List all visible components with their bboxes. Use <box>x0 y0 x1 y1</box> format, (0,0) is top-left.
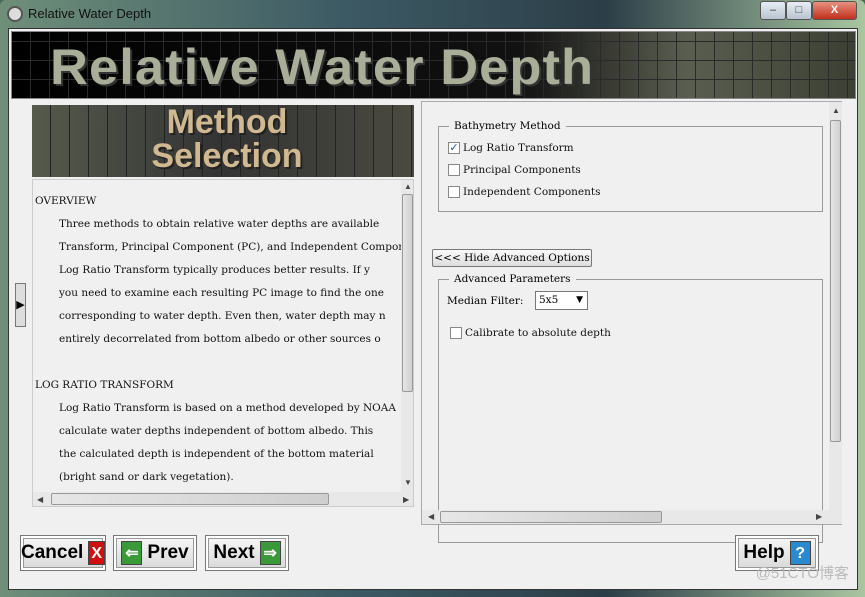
vertical-scrollbar[interactable]: ▲ <box>829 102 842 524</box>
close-icon: X <box>88 541 105 565</box>
maximize-button[interactable]: □ <box>786 1 812 20</box>
client-area: Relative Water Depth Method Selection OVE… <box>8 28 858 590</box>
help-text-line: corresponding to water depth. Even then,… <box>59 310 386 322</box>
banner-title: Relative Water Depth <box>50 39 595 95</box>
bathymetry-option[interactable]: ✓ Log Ratio Transform <box>448 142 574 154</box>
hide-advanced-button[interactable]: <<< Hide Advanced Options <box>432 249 592 267</box>
option-label: Independent Components <box>463 186 601 198</box>
option-label: Log Ratio Transform <box>463 142 574 154</box>
vertical-scrollbar[interactable]: ▲ ▼ <box>401 180 413 492</box>
scroll-thumb[interactable] <box>402 194 413 392</box>
checkbox-box[interactable] <box>448 164 460 176</box>
bathymetry-option[interactable]: Principal Components <box>448 164 581 176</box>
next-button[interactable]: Next ⇒ <box>205 535 289 571</box>
help-text-line: Three methods to obtain relative water d… <box>59 218 380 230</box>
bathymetry-option[interactable]: Independent Components <box>448 186 601 198</box>
banner-image: Relative Water Depth <box>11 31 856 99</box>
prev-label: Prev <box>147 542 189 563</box>
help-text-line: you need to examine each resulting PC im… <box>59 287 384 299</box>
arrow-right-icon: ⇒ <box>259 541 281 565</box>
help-label: Help <box>743 542 785 563</box>
median-filter-select[interactable]: 5x5 ▼ <box>535 291 588 310</box>
calibrate-label: Calibrate to absolute depth <box>465 327 611 339</box>
chevron-right-icon: ▶ <box>16 299 25 311</box>
checkbox-box[interactable]: ✓ <box>448 142 460 154</box>
watermark: @51CTO博客 <box>755 565 849 582</box>
help-text-line: OVERVIEW <box>35 195 97 207</box>
median-filter-value: 5x5 <box>539 294 559 306</box>
bathymetry-legend: Bathymetry Method <box>454 120 561 132</box>
scroll-thumb[interactable] <box>830 120 841 442</box>
advanced-legend: Advanced Parameters <box>454 273 571 285</box>
help-text-line: calculate water depths independent of bo… <box>59 425 374 437</box>
help-text-line: Transform, Principal Component (PC), and… <box>59 241 401 253</box>
method-selection-image: Method Selection <box>32 105 414 177</box>
horizontal-scrollbar[interactable]: ◀ ▶ <box>422 510 829 524</box>
app-icon <box>7 6 23 22</box>
help-text-line: entirely decorrelated from bottom albedo… <box>59 333 381 345</box>
help-text-area[interactable]: OVERVIEW Three methods to obtain relative… <box>32 179 414 507</box>
help-text-line: LOG RATIO TRANSFORM <box>35 379 174 391</box>
next-label: Next <box>213 542 255 563</box>
checkbox-box[interactable] <box>450 327 462 339</box>
help-text-line: the calculated depth is independent of t… <box>59 448 374 460</box>
help-text-line: (bright sand or dark vegetation). <box>59 471 234 483</box>
close-button[interactable]: X <box>812 1 857 20</box>
calibrate-checkbox[interactable]: Calibrate to absolute depth <box>450 327 611 339</box>
expand-panel-button[interactable]: ▶ <box>15 283 26 327</box>
minimize-button[interactable]: – <box>760 1 786 20</box>
cancel-button[interactable]: Cancel X <box>20 535 106 571</box>
scroll-thumb[interactable] <box>440 511 662 523</box>
median-filter-label: Median Filter: <box>447 295 524 307</box>
option-label: Principal Components <box>463 164 581 176</box>
arrow-left-icon: ⇐ <box>121 541 143 565</box>
options-panel: Bathymetry Method ✓ Log Ratio Transform Pr… <box>421 101 842 543</box>
advanced-parameters-group: Advanced Parameters <box>438 273 823 543</box>
checkbox-box[interactable] <box>448 186 460 198</box>
horizontal-scrollbar[interactable]: ◀ ▶ <box>33 492 413 506</box>
chevron-down-icon: ▼ <box>576 295 583 305</box>
method-title-line1: Method <box>166 103 288 141</box>
help-text-line <box>35 351 401 374</box>
cancel-label: Cancel <box>21 542 84 563</box>
prev-button[interactable]: ⇐ Prev <box>113 535 197 571</box>
window: Relative Water Depth – □ X Relative Wate… <box>0 0 865 597</box>
help-text-line: Log Ratio Transform is based on a method… <box>59 402 396 414</box>
scroll-thumb[interactable] <box>51 493 329 505</box>
method-title-line2: Selection <box>151 137 303 175</box>
window-title: Relative Water Depth <box>28 6 152 21</box>
help-text-line: Log Ratio Transform typically produces b… <box>59 264 370 276</box>
title-bar: Relative Water Depth – □ X <box>0 0 865 28</box>
